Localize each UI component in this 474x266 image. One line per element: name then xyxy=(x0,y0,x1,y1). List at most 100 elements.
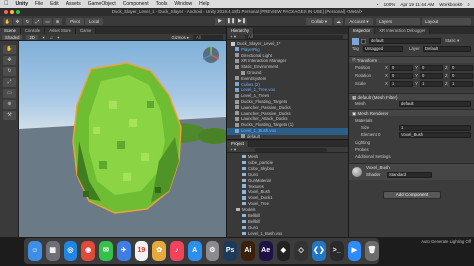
transform-tool-icon[interactable]: ⊕ xyxy=(3,100,16,109)
mesh-renderer-section[interactable]: ▣ Mesh Renderer xyxy=(349,109,474,116)
project-item[interactable]: Gun1 xyxy=(227,225,349,231)
unity-hub-icon[interactable]: ◇ xyxy=(294,241,308,261)
mesh-filter-section[interactable]: ▦ default (Mesh Filter) xyxy=(349,93,474,100)
layout-dropdown[interactable]: Layout xyxy=(422,18,471,25)
project-item[interactable]: Voxel_Tree xyxy=(227,201,349,207)
zoom-icon[interactable]: ▶ xyxy=(347,241,362,261)
project-item[interactable]: cube_particle xyxy=(227,160,349,166)
material-section[interactable]: Voxel_Bush Shader Standard xyxy=(349,163,474,180)
menu-assets[interactable]: Assets xyxy=(66,1,81,7)
shader-dropdown[interactable]: Standard xyxy=(387,172,432,178)
tab-xr-debugger[interactable]: XR Interaction Debugger xyxy=(375,28,431,34)
project-item[interactable]: Voxel_Bush xyxy=(227,189,349,195)
wifi-icon[interactable]: ◔ xyxy=(376,2,379,7)
launchpad-icon[interactable]: ▦ xyxy=(45,241,60,261)
static-dropdown[interactable]: Static ▾ xyxy=(445,38,459,44)
custom-tool-icon[interactable]: ⚒ xyxy=(3,111,16,120)
transform-y-field[interactable]: 0 xyxy=(420,73,443,79)
local-toggle[interactable]: Local xyxy=(85,18,103,25)
safari-icon[interactable]: ◎ xyxy=(63,241,78,261)
transform-x-field[interactable]: 1 xyxy=(390,81,413,87)
hand-tool-button[interactable]: ✋ xyxy=(3,18,12,25)
hierarchy-create-button[interactable]: + ▾ xyxy=(230,34,236,40)
menu-help[interactable]: Help xyxy=(199,1,209,7)
menu-component[interactable]: Component xyxy=(123,1,149,7)
minimize-button[interactable] xyxy=(10,10,14,14)
illustrator-icon[interactable]: Ai xyxy=(241,241,255,261)
additional-settings-foldout[interactable]: Additional Settings xyxy=(349,154,474,160)
transform-tool-button[interactable]: ⊕ xyxy=(53,18,62,25)
preferences-icon[interactable]: ⚙ xyxy=(205,241,220,261)
collab-button[interactable]: Collab ▾ xyxy=(306,18,332,25)
workbook-label[interactable]: Workbook0 xyxy=(439,2,462,7)
scene-search-input[interactable]: All xyxy=(193,34,223,40)
project-search-input[interactable] xyxy=(255,148,327,153)
transform-z-field[interactable]: 1 xyxy=(450,81,473,87)
cloud-icon[interactable]: ☁ xyxy=(334,18,343,25)
project-create-button[interactable]: + ▾ xyxy=(230,147,236,153)
hand-tool-icon[interactable]: ✋ xyxy=(3,45,16,54)
pivot-toggle[interactable]: Pivot xyxy=(66,18,84,25)
rotate-tool-icon[interactable]: ↻ xyxy=(3,67,16,76)
project-item[interactable]: Level_1_Bush.vox xyxy=(227,231,349,237)
play-icon[interactable]: ▶ xyxy=(215,18,225,25)
audio-icon[interactable]: ♫ xyxy=(50,35,53,40)
size-field[interactable]: 1 xyxy=(399,125,471,131)
step-icon[interactable]: ▶❚ xyxy=(237,18,247,25)
gizmos-dropdown[interactable]: Gizmos ▾ xyxy=(172,35,189,40)
shading-mode-dropdown[interactable]: Shaded xyxy=(2,34,23,40)
move-tool-button[interactable]: ✥ xyxy=(13,18,22,25)
battery-label[interactable]: 100% xyxy=(384,2,396,7)
menu-edit[interactable]: Edit xyxy=(50,1,59,7)
scale-tool-icon[interactable]: ⤢ xyxy=(3,78,16,87)
transform-section[interactable]: ⤧ Transform xyxy=(349,56,474,63)
trash-icon[interactable]: 🗑 xyxy=(365,241,379,261)
project-item[interactable]: Bellbill xyxy=(227,213,349,219)
mail-icon[interactable]: ✈ xyxy=(116,241,131,261)
layer-dropdown[interactable]: Default xyxy=(423,46,471,52)
probes-foldout[interactable]: Probes xyxy=(349,147,474,153)
menu-tools[interactable]: Tools xyxy=(156,1,168,7)
move-tool-icon[interactable]: ✥ xyxy=(3,56,16,65)
transform-z-field[interactable]: 0 xyxy=(450,73,473,79)
project-item[interactable]: GunMaterial xyxy=(227,178,349,184)
search-icon[interactable]: ⌕ xyxy=(467,2,470,7)
transform-x-field[interactable]: 0 xyxy=(390,73,413,79)
scene-orientation-gizmo[interactable] xyxy=(202,46,220,63)
transform-x-field[interactable]: 0 xyxy=(390,65,413,71)
add-component-button[interactable]: Add Component xyxy=(383,191,441,199)
menu-window[interactable]: Window xyxy=(174,1,192,7)
appstore-icon[interactable]: A xyxy=(187,241,202,261)
aftereffects-icon[interactable]: Ae xyxy=(258,241,273,261)
lighting-foldout[interactable]: Lighting xyxy=(349,140,474,146)
materials-row[interactable]: Materials xyxy=(349,118,474,124)
music-icon[interactable]: ♪ xyxy=(170,241,184,261)
photos-icon[interactable]: ✿ xyxy=(152,241,166,261)
photoshop-icon[interactable]: Ps xyxy=(223,241,237,261)
project-item[interactable]: Mesh xyxy=(227,154,349,160)
project-item[interactable]: Models xyxy=(227,207,349,213)
project-item[interactable]: Textures xyxy=(227,184,349,190)
lighting-icon[interactable]: ☀ xyxy=(42,35,46,40)
close-button[interactable] xyxy=(4,10,8,14)
tab-inspector[interactable]: Inspector xyxy=(349,28,376,34)
rotate-tool-button[interactable]: ↻ xyxy=(23,18,32,25)
tag-dropdown[interactable]: Untagged xyxy=(363,46,403,52)
project-item[interactable]: Voxel_Duck1 xyxy=(227,195,349,201)
clock[interactable]: Apr 19 11:44 AM xyxy=(400,2,434,7)
menu-unity[interactable]: Unity xyxy=(16,1,29,7)
rect-tool-button[interactable]: ▭ xyxy=(43,18,52,25)
layers-dropdown[interactable]: Layers xyxy=(376,18,420,25)
menu-file[interactable]: File xyxy=(35,1,43,7)
2d-toggle[interactable]: 2D xyxy=(26,34,38,40)
finder-icon[interactable]: ☺ xyxy=(28,241,42,261)
project-item[interactable]: Gun1 xyxy=(227,172,349,178)
transform-y-field[interactable]: 0 xyxy=(420,65,443,71)
pause-icon[interactable]: ❚❚ xyxy=(226,18,236,25)
object-name-field[interactable]: default xyxy=(369,38,441,44)
rect-tool-icon[interactable]: ▭ xyxy=(3,89,16,98)
scale-tool-button[interactable]: ⤢ xyxy=(33,18,42,25)
project-item[interactable]: Bellbill xyxy=(227,219,349,225)
menu-gameobject[interactable]: GameObject xyxy=(88,1,116,7)
vscode-icon[interactable]: ❮❯ xyxy=(312,241,326,261)
